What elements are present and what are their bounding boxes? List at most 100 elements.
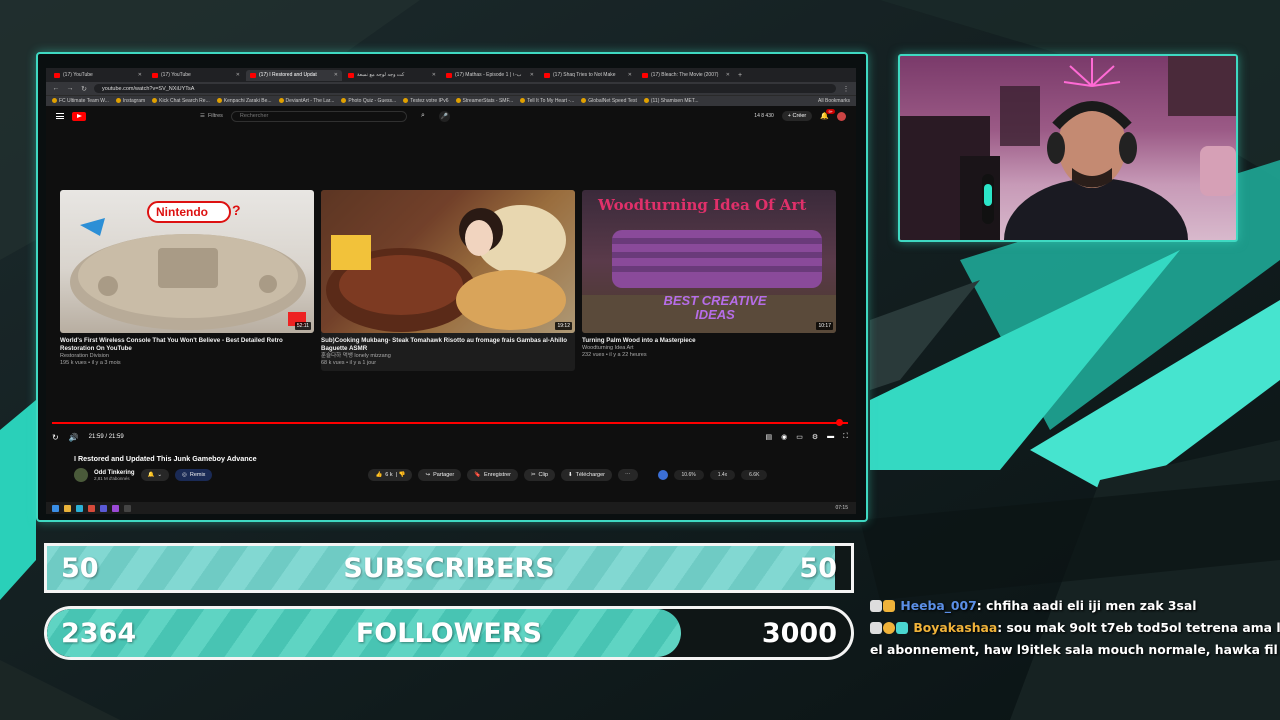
app-icon[interactable] (100, 504, 107, 512)
browser-tab[interactable]: (17) Bleach: The Movie (2007) ✕ (638, 70, 734, 81)
followers-target: 3000 (761, 617, 837, 649)
fullscreen-icon[interactable]: ⛶ (843, 433, 848, 441)
clip-button[interactable]: ✂ Clip (523, 469, 556, 481)
back-icon[interactable]: ← (52, 85, 60, 92)
bookmark[interactable]: FC Ultimate Team W... (52, 98, 109, 104)
forward-icon[interactable]: → (66, 85, 74, 92)
filters-button[interactable]: ☰ Filtres (200, 113, 223, 119)
bot-badge-icon (870, 600, 882, 612)
bell-icon: 🔔 (147, 472, 155, 478)
video-progress-bar[interactable] (52, 422, 848, 424)
chat-message-continuation: el abonnement, haw l9itlek sala mouch no… (870, 639, 1280, 661)
close-icon[interactable]: ✕ (236, 72, 240, 78)
browser-tab[interactable]: (17) YouTube ✕ (148, 70, 244, 81)
download-button[interactable]: ⬇ Télécharger (561, 469, 612, 481)
scrubber-handle[interactable] (836, 419, 843, 426)
url-field[interactable]: youtube.com/watch?v=SV_NXiUYTsA (94, 84, 836, 93)
chat-username[interactable]: Heeba_007 (900, 598, 976, 613)
theater-icon[interactable]: ▬ (827, 433, 834, 441)
browser-tab[interactable]: (17) YouTube ✕ (50, 70, 146, 81)
video-title[interactable]: Turning Palm Wood into a Masterpiece (582, 337, 836, 345)
volume-icon[interactable]: 🔊 (69, 433, 79, 442)
download-icon: ⬇ (568, 472, 573, 478)
share-button[interactable]: ↪ Partager (418, 469, 462, 481)
video-card[interactable]: Nintendo ? 52:11 World's First Wireless … (60, 190, 314, 371)
bookmark[interactable]: GlobalNet Speed Test (581, 98, 637, 104)
bookmark-icon (216, 98, 222, 104)
browser-tab[interactable]: (17) Mathas - Episode 1 | ۱-ب ✕ (442, 70, 538, 81)
channel-avatar[interactable] (74, 468, 88, 482)
bookmark-icon (520, 98, 526, 104)
thumbs-down-icon[interactable]: | 👎 (396, 472, 406, 478)
video-thumbnail[interactable]: Nintendo ? 52:11 (60, 190, 314, 333)
close-icon[interactable]: ✕ (138, 72, 142, 78)
youtube-logo-icon[interactable] (72, 111, 86, 121)
video-card[interactable]: Woodturning Idea Of Art BEST CREATIVE ID… (582, 190, 836, 371)
bookmark-icon (455, 98, 461, 104)
close-icon[interactable]: ✕ (628, 72, 632, 78)
file-explorer-icon[interactable] (64, 504, 71, 512)
subtitles-icon[interactable]: ▤ (765, 433, 772, 441)
like-button[interactable]: 👍 6 k | 👎 (368, 469, 413, 481)
new-tab-icon[interactable]: + (736, 72, 744, 79)
bookmark[interactable]: (11) Shamisen MET... (643, 98, 699, 104)
bookmark-icon (403, 98, 409, 104)
windows-start-icon[interactable] (52, 504, 59, 512)
share-icon: ↪ (425, 472, 431, 478)
bookmark[interactable]: Kenpachi Zaraki Be... (216, 98, 272, 104)
video-thumbnail[interactable]: Woodturning Idea Of Art BEST CREATIVE ID… (582, 190, 836, 333)
bookmark[interactable]: StreamerStats - SMF... (455, 98, 513, 104)
chrome-icon[interactable] (88, 504, 95, 512)
video-channel[interactable]: Restoration Division (60, 353, 314, 360)
video-channel[interactable]: Woodturning Idea Art (582, 345, 836, 352)
taskbar-clock: 07:15 (835, 505, 848, 511)
bookmark[interactable]: DeviantArt - The Lar... (278, 98, 334, 104)
create-button[interactable]: + Créer (781, 111, 813, 121)
bookmark[interactable]: Testez votre IPv6 (403, 98, 449, 104)
video-thumbnail[interactable]: 19:12 (321, 190, 575, 333)
reload-icon[interactable]: ↻ (80, 85, 88, 93)
extension-icon[interactable] (657, 470, 668, 480)
search-icon[interactable]: ⌕ (415, 111, 431, 122)
app-icon[interactable] (112, 504, 119, 512)
close-icon[interactable]: ✕ (726, 72, 730, 78)
edge-icon[interactable] (76, 504, 83, 512)
all-bookmarks[interactable]: All Bookmarks (818, 98, 850, 104)
channel-row: Odd Tinkering 2,81 M d'abonnés 🔔 ⌄ ◎ Remix… (74, 468, 834, 482)
bookmark[interactable]: Instagram (115, 98, 145, 104)
extensions-icon[interactable]: ⋮ (842, 85, 850, 93)
bookmark[interactable]: Tell It To My Heart -... (520, 98, 574, 104)
browser-tab[interactable]: كت وجه لوجه مع نسعة ✕ (344, 70, 440, 81)
miniplayer-icon[interactable]: ▭ (796, 433, 803, 441)
microphone-icon[interactable]: 🎤 (438, 110, 450, 122)
subscribed-bell-button[interactable]: 🔔 ⌄ (140, 469, 170, 481)
bookmark-icon (581, 98, 587, 104)
video-title[interactable]: World's First Wireless Console That You … (60, 337, 314, 353)
tab-strip: (17) YouTube ✕ (17) YouTube ✕ (17) I Resto… (46, 68, 856, 82)
chat-username[interactable]: Boyakashaa (913, 620, 997, 635)
close-icon[interactable]: ✕ (334, 72, 338, 78)
more-actions-button[interactable]: ⋯ (618, 469, 638, 481)
bookmark[interactable]: Photo Quiz - Guess... (341, 98, 396, 104)
gift-badge-icon (896, 622, 908, 634)
bookmark[interactable]: Kick Chat Search Re... (152, 98, 210, 104)
browser-tab[interactable]: (17) Shaq Tries to Not Make ✕ (540, 70, 636, 81)
obs-icon[interactable] (124, 504, 131, 512)
remix-button[interactable]: ◎ Remix (175, 469, 213, 481)
save-button[interactable]: 🔖 Enregistrer (467, 469, 518, 481)
settings-icon[interactable]: ⚙ (812, 433, 818, 441)
replay-icon[interactable]: ↻ (52, 433, 59, 442)
video-title[interactable]: Sub)Cooking Mukbang- Steak Tomahawk Riso… (321, 337, 575, 353)
notifications-icon[interactable]: 🔔 9+ (820, 109, 835, 120)
close-icon[interactable]: ✕ (530, 72, 534, 78)
browser-tab-active[interactable]: (17) I Restored and Updat ✕ (246, 69, 342, 81)
video-meta: 195 k vues • il y a 3 mois (60, 360, 121, 366)
autoplay-toggle-icon[interactable]: ◉ (781, 433, 787, 441)
menu-icon[interactable] (56, 113, 64, 119)
video-card[interactable]: 19:12 Sub)Cooking Mukbang- Steak Tomahaw… (321, 190, 575, 371)
video-channel[interactable]: 훈슐다하 먹뱅 lonely mizzang (321, 353, 575, 360)
close-icon[interactable]: ✕ (432, 72, 436, 78)
avatar[interactable] (837, 111, 846, 121)
youtube-favicon-icon (250, 72, 256, 78)
search-input[interactable]: Rechercher (230, 110, 407, 122)
